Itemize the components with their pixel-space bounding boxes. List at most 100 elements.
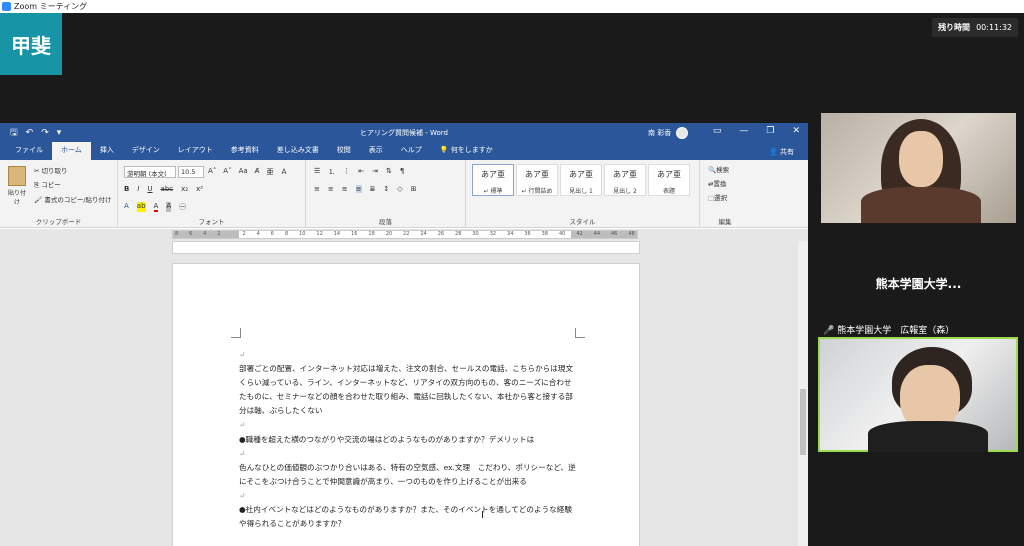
copy-button[interactable]: ⎘ コピー	[34, 179, 112, 190]
ribbon-display-icon[interactable]: ▭	[713, 126, 722, 136]
share-button[interactable]: 👤 共有	[769, 147, 794, 157]
tab-file[interactable]: ファイル	[6, 142, 52, 160]
select-button[interactable]: ⬚選択	[708, 192, 727, 202]
enclose-char-icon[interactable]: ㊀	[179, 202, 186, 212]
tab-layout[interactable]: レイアウト	[169, 142, 222, 160]
replace-button[interactable]: ⇄置換	[708, 178, 726, 188]
avatar[interactable]	[676, 127, 689, 139]
previous-page-bottom	[172, 241, 640, 254]
cut-button[interactable]: ✂ 切り取り	[34, 165, 112, 175]
horizontal-ruler[interactable]: 8 6 4 2 2 4 6 8 10 12 14 16 18 20 22 24 26 28 30 32 34 36 38 40…	[0, 229, 808, 241]
participant-torso	[861, 187, 981, 223]
style-no-spacing[interactable]: あア亜 ↵ 行間詰め	[516, 164, 558, 196]
tab-insert[interactable]: 挿入	[91, 142, 123, 160]
underline-icon[interactable]: U	[147, 185, 152, 193]
undo-icon[interactable]: ↶	[26, 128, 34, 138]
style-heading-1[interactable]: あア亜 見出し 1	[560, 164, 602, 196]
participant-video-1[interactable]	[821, 113, 1016, 223]
vertical-scrollbar[interactable]	[798, 241, 808, 546]
align-right-icon[interactable]: ≡	[342, 185, 348, 193]
editing-group-label: 編集	[718, 218, 732, 226]
italic-icon[interactable]: I	[137, 185, 139, 193]
document-page[interactable]: ↵ 部署ごとの配置、インターネット対応は増えた、注文の割合、セールスの電話、こち…	[172, 263, 640, 546]
shrink-font-icon[interactable]: A˅	[223, 167, 231, 177]
time-remaining-value: 00:11:32	[976, 23, 1012, 32]
paragraph-answer-2[interactable]: 色んなひとの価値観のぶつかり合いはある、特有の空気感、ex.文理 こだわり、ポリ…	[239, 461, 579, 489]
distributed-icon[interactable]: ≣	[370, 185, 376, 193]
bullets-icon[interactable]: ☰	[314, 167, 320, 177]
bold-icon[interactable]: B	[124, 185, 129, 193]
save-icon[interactable]: 🖫	[10, 125, 18, 141]
subscript-icon[interactable]: x₂	[181, 185, 188, 193]
paste-button[interactable]: 貼り付け	[6, 166, 28, 206]
borders-icon[interactable]: ⊞	[411, 185, 417, 193]
sort-icon[interactable]: ⇅	[386, 167, 392, 177]
minimize-icon[interactable]: —	[739, 126, 748, 136]
char-shading-icon[interactable]: A	[166, 202, 172, 212]
format-painter-button[interactable]: 🖌 書式のコピー/貼り付け	[34, 194, 112, 204]
highlight-icon[interactable]: ab	[136, 202, 146, 212]
ruler-tick-label: 36	[524, 231, 531, 237]
change-case-icon[interactable]: Aa	[239, 167, 248, 177]
close-icon[interactable]: ✕	[792, 126, 800, 136]
tab-review[interactable]: 校閲	[328, 142, 360, 160]
find-button[interactable]: 🔍検索	[708, 164, 729, 174]
justify-icon[interactable]: ≡	[355, 185, 362, 193]
font-size-select[interactable]: 10.5	[178, 166, 204, 178]
tell-me-label: 何をしますか	[450, 146, 493, 154]
style-heading-2[interactable]: あア亜 見出し 2	[604, 164, 646, 196]
show-marks-icon[interactable]: ¶	[400, 167, 404, 177]
paragraph-mark: ↵	[239, 448, 246, 458]
cut-label: 切り取り	[41, 167, 68, 175]
tab-design[interactable]: デザイン	[123, 142, 169, 160]
tab-home[interactable]: ホーム	[52, 142, 91, 160]
decrease-indent-icon[interactable]: ⇤	[358, 167, 364, 177]
paragraph-group: ☰ ⒈ ⋮ ⇤ ⇥ ⇅ ¶ ≡ ≡ ≡ ≡ ≣ ↕ ◇ ⊞ 段落	[306, 160, 466, 228]
question-1[interactable]: ●職種を超えた横のつながりや交流の場はどのようなものがありますか？デメリットは	[239, 433, 579, 447]
restore-icon[interactable]: ❐	[766, 126, 774, 136]
tell-me-search[interactable]: 💡 何をしますか	[431, 142, 502, 160]
shading-icon[interactable]: ◇	[397, 185, 402, 193]
font-color-icon[interactable]: A	[153, 202, 159, 212]
paste-label: 貼り付け	[7, 190, 26, 206]
grow-font-icon[interactable]: A˄	[208, 167, 216, 177]
style-title[interactable]: あア亜 表題	[648, 164, 690, 196]
phonetic-guide-icon[interactable]: 亜	[266, 167, 273, 177]
superscript-icon[interactable]: x²	[196, 185, 203, 193]
document-canvas[interactable]: ↵ 部署ごとの配置、インターネット対応は増えた、注文の割合、セールスの電話、こち…	[0, 241, 798, 546]
lightbulb-icon: 💡	[439, 146, 451, 154]
redo-icon[interactable]: ↷	[41, 128, 49, 138]
align-left-icon[interactable]: ≡	[314, 185, 320, 193]
clipboard-group: 貼り付け ✂ 切り取り ⎘ コピー 🖌 書式のコピー/貼り付け クリップボード	[0, 160, 118, 228]
line-spacing-icon[interactable]: ↕	[383, 185, 389, 193]
participant-initials-tile[interactable]: 甲斐	[0, 13, 62, 75]
char-border-icon[interactable]: Ａ	[280, 167, 287, 177]
scrollbar-thumb[interactable]	[800, 389, 806, 455]
ruler-tick-label: 46	[610, 231, 618, 237]
style-normal[interactable]: あア亜 ↵ 標準	[472, 164, 514, 196]
account-area[interactable]: 南 彩香	[648, 127, 689, 139]
numbering-icon[interactable]: ⒈	[328, 167, 335, 177]
time-remaining-label: 残り時間	[938, 23, 971, 32]
align-center-icon[interactable]: ≡	[328, 185, 334, 193]
tab-mailings[interactable]: 差し込み文書	[268, 142, 328, 160]
customize-qat-icon[interactable]: ▾	[57, 128, 62, 138]
tab-references[interactable]: 参考資料	[222, 142, 268, 160]
font-name-select[interactable]: 游明朝 (本文(	[124, 166, 176, 178]
text-effects-icon[interactable]: A	[124, 202, 129, 212]
multilevel-list-icon[interactable]: ⋮	[343, 167, 350, 177]
document-body[interactable]: ↵ 部署ごとの配置、インターネット対応は増えた、注文の割合、セールスの電話、こち…	[239, 348, 579, 531]
speaker-name: 熊本学園大学 広報室（森）	[837, 326, 955, 336]
share-icon: 👤	[769, 148, 780, 156]
style-preview: あア亜	[613, 170, 637, 179]
paragraph-answer-1[interactable]: 部署ごとの配置、インターネット対応は増えた、注文の割合、セールスの電話、こちらか…	[239, 362, 579, 418]
increase-indent-icon[interactable]: ⇥	[372, 167, 378, 177]
tab-view[interactable]: 表示	[360, 142, 392, 160]
tab-help[interactable]: ヘルプ	[392, 142, 431, 160]
participant-video-active[interactable]	[818, 337, 1018, 452]
copy-label: コピー	[41, 181, 61, 189]
question-2[interactable]: ●社内イベントなどはどのようなものがありますか？また、そのイベントを通してどのよ…	[239, 503, 579, 531]
style-name: 見出し 1	[569, 188, 593, 195]
clear-format-icon[interactable]: A̸	[255, 167, 260, 177]
strikethrough-icon[interactable]: abc	[161, 185, 174, 193]
